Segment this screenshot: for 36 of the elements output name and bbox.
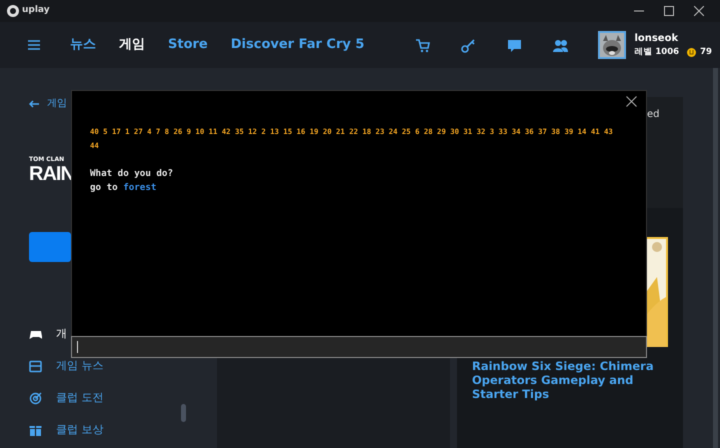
key-icon	[460, 38, 476, 52]
people-icon	[552, 38, 568, 52]
newspaper-icon	[29, 360, 42, 372]
sidebar-item[interactable]: 클럽 도전	[29, 382, 104, 414]
logo-icon	[6, 4, 20, 18]
scrollbar-thumb	[181, 404, 186, 422]
nav-tab[interactable]: 뉴스	[70, 35, 96, 55]
target-icon	[29, 392, 42, 404]
nav-tab[interactable]: 게임	[119, 35, 145, 55]
menu-button[interactable]	[28, 40, 40, 50]
sidebar-item[interactable]: 게임 뉴스	[29, 350, 104, 382]
chat-bubble-icon	[506, 38, 522, 52]
logo-text: uplay	[22, 4, 50, 18]
sidebar-item[interactable]: 개	[29, 318, 67, 350]
console-input-field[interactable]	[71, 336, 647, 358]
text-cursor	[77, 341, 78, 353]
coin-icon	[687, 48, 696, 57]
coin-count: 79	[700, 46, 712, 59]
sidebar-item[interactable]: 클럽 보상	[29, 414, 104, 446]
back-link[interactable]: 게임	[29, 96, 215, 111]
maximize-icon	[664, 6, 674, 16]
user-level: 레벨 1006	[634, 46, 680, 59]
nav-tab[interactable]: Store	[168, 35, 208, 55]
close-icon	[694, 6, 704, 16]
back-arrow-icon	[29, 100, 39, 108]
card-text: ed	[647, 108, 660, 122]
close-icon	[626, 96, 637, 107]
console-close-button[interactable]	[626, 96, 638, 108]
article-title-link[interactable]: Rainbow Six Siege: Chimera Operators Gameplay and Starter Tips	[472, 359, 662, 401]
user-name: lonseok	[634, 32, 680, 46]
cart-icon	[414, 38, 430, 52]
gift-icon	[29, 424, 42, 436]
console-prompt: What do you do?	[90, 167, 174, 181]
menu-icon	[28, 40, 40, 50]
console-command-line: go to forest	[90, 181, 158, 195]
nav-tab[interactable]: Discover Far Cry 5	[230, 35, 364, 55]
